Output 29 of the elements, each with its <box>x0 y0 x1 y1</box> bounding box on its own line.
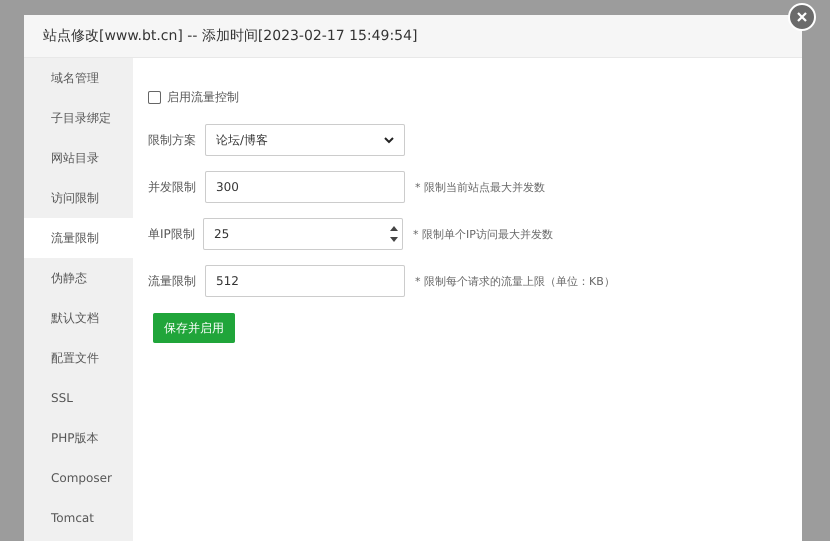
sidebar-item[interactable]: 伪静态 <box>24 258 133 298</box>
select-field[interactable]: 论坛/博客 <box>205 124 405 156</box>
sidebar-item[interactable]: PHP版本 <box>24 418 133 458</box>
field-hint: * 限制当前站点最大并发数 <box>415 180 545 194</box>
input-field[interactable]: 512 <box>205 265 405 297</box>
sidebar-item[interactable]: 访问限制 <box>24 178 133 218</box>
chevron-down-icon <box>384 136 394 144</box>
number-field[interactable]: 25 <box>203 218 403 250</box>
input-field[interactable]: 300 <box>205 171 405 203</box>
field-label: 并发限制 <box>148 178 197 196</box>
sidebar-item[interactable]: 配置文件 <box>24 338 133 378</box>
sidebar-item[interactable]: 子目录绑定 <box>24 98 133 138</box>
sidebar-item[interactable]: Composer <box>24 458 133 498</box>
sidebar-item[interactable]: SSL <box>24 378 133 418</box>
sidebar-item[interactable]: 网站目录 <box>24 138 133 178</box>
field-label: 流量限制 <box>148 272 197 290</box>
sidebar-item[interactable]: 域名管理 <box>24 58 133 98</box>
sidebar-item[interactable]: 流量限制 <box>24 218 133 258</box>
close-button[interactable] <box>788 3 816 31</box>
field-label: 单IP限制 <box>148 226 196 242</box>
checkbox-label: 启用流量控制 <box>167 88 239 106</box>
field-label: 限制方案 <box>148 132 197 148</box>
field-hint: * 限制单个IP访问最大并发数 <box>413 226 553 242</box>
sidebar-item[interactable]: 默认文档 <box>24 298 133 338</box>
field-hint: * 限制每个请求的流量上限（单位：KB） <box>415 274 615 288</box>
sidebar-item[interactable]: Tomcat <box>24 498 133 538</box>
checkbox[interactable] <box>148 90 161 104</box>
window-title: 站点修改[www.bt.cn] -- 添加时间[2023-02-17 15:49:54] <box>24 15 802 58</box>
close-icon <box>796 11 808 23</box>
